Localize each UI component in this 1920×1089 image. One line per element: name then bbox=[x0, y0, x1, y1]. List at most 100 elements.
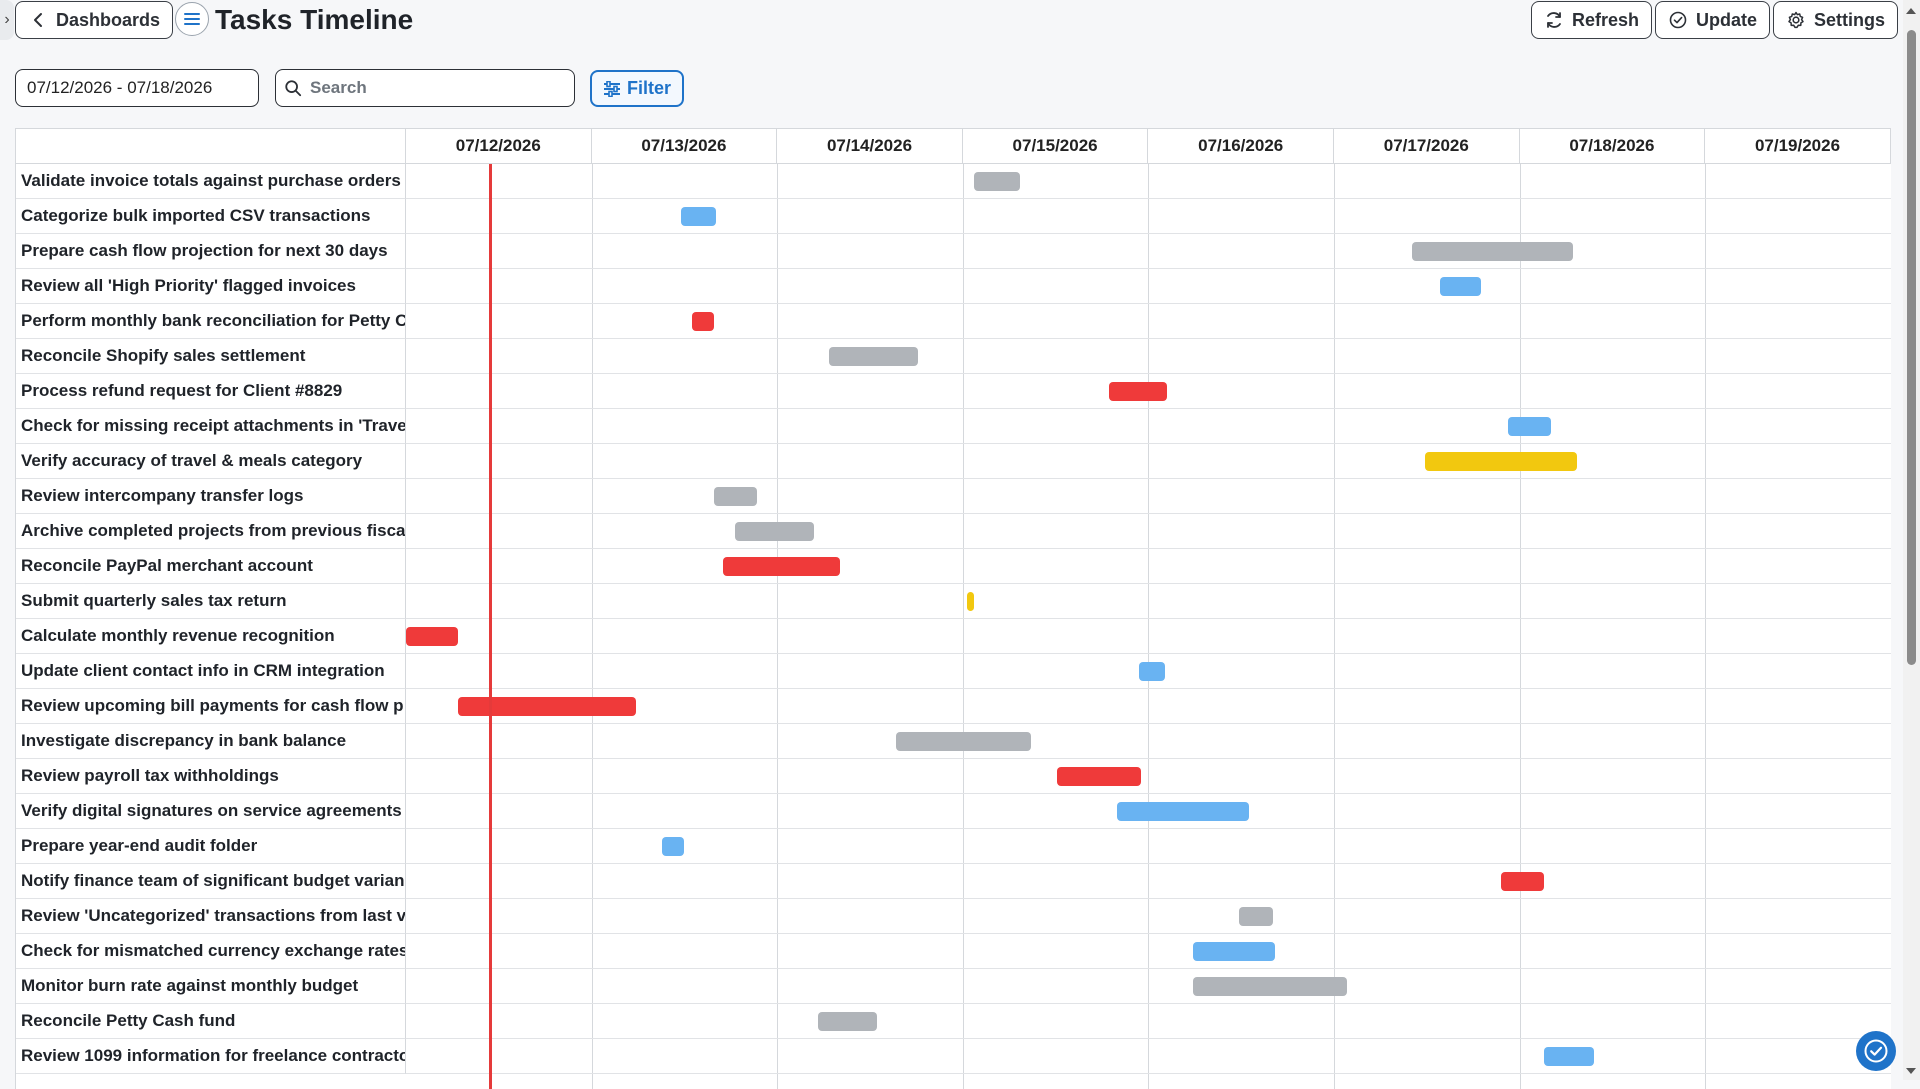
task-bar[interactable] bbox=[966, 592, 974, 611]
task-row-label[interactable]: Review payroll tax withholdings bbox=[16, 759, 406, 794]
scrollbar-thumb[interactable] bbox=[1907, 30, 1916, 665]
task-row-label[interactable]: Review intercompany transfer logs bbox=[16, 479, 406, 514]
task-bar[interactable] bbox=[973, 172, 1021, 191]
task-bar[interactable] bbox=[1543, 1047, 1594, 1066]
task-bar[interactable] bbox=[1501, 872, 1544, 891]
task-row-label[interactable]: Archive completed projects from previous… bbox=[16, 514, 406, 549]
task-row-label[interactable]: Update client contact info in CRM integr… bbox=[16, 654, 406, 689]
search-box[interactable] bbox=[275, 69, 575, 107]
task-row-label[interactable]: Notify finance team of significant budge… bbox=[16, 864, 406, 899]
task-bar[interactable] bbox=[1411, 242, 1574, 261]
task-bar[interactable] bbox=[723, 557, 841, 576]
back-to-dashboards-button[interactable]: Dashboards bbox=[15, 1, 174, 39]
check-circle-icon bbox=[1864, 1039, 1888, 1063]
sliders-icon bbox=[604, 80, 620, 97]
filter-button[interactable]: Filter bbox=[590, 70, 685, 107]
date-range-value: 07/12/2026 - 07/18/2026 bbox=[27, 78, 213, 97]
search-icon bbox=[285, 80, 302, 97]
refresh-button-label: Refresh bbox=[1572, 9, 1640, 30]
task-bar[interactable] bbox=[714, 487, 757, 506]
task-bar[interactable] bbox=[818, 1012, 878, 1031]
task-row-label[interactable]: Prepare year-end audit folder bbox=[16, 829, 406, 864]
scroll-up-icon[interactable] bbox=[1906, 8, 1916, 14]
task-bar[interactable] bbox=[1057, 767, 1141, 786]
task-row-label[interactable]: Categorize bulk imported CSV transaction… bbox=[16, 199, 406, 234]
settings-button-label: Settings bbox=[1814, 9, 1886, 30]
check-circle-icon bbox=[1669, 11, 1687, 29]
task-row-label[interactable]: Check for missing receipt attachments in… bbox=[16, 409, 406, 444]
task-row bbox=[406, 339, 1891, 374]
update-button-label: Update bbox=[1696, 9, 1758, 30]
task-row-label[interactable]: Calculate monthly revenue recognition bbox=[16, 619, 406, 654]
timeline-corner bbox=[16, 129, 406, 164]
task-bar[interactable] bbox=[734, 522, 815, 541]
task-row bbox=[406, 1039, 1891, 1074]
vertical-scrollbar[interactable] bbox=[1903, 0, 1920, 1080]
task-bar[interactable] bbox=[662, 837, 685, 856]
update-button[interactable]: Update bbox=[1655, 1, 1771, 39]
task-row-label[interactable]: Monitor burn rate against monthly budget bbox=[16, 969, 406, 1004]
date-range-picker[interactable]: 07/12/2026 - 07/18/2026 bbox=[15, 69, 259, 107]
task-row bbox=[406, 479, 1891, 514]
task-row-label[interactable]: Review 1099 information for freelance co… bbox=[16, 1039, 406, 1074]
task-row-label[interactable]: Verify accuracy of travel & meals catego… bbox=[16, 444, 406, 479]
settings-button[interactable]: Settings bbox=[1773, 1, 1899, 39]
task-bar[interactable] bbox=[1139, 662, 1166, 681]
task-bar[interactable] bbox=[1192, 977, 1347, 996]
task-bar[interactable] bbox=[1424, 452, 1578, 471]
task-row bbox=[406, 514, 1891, 549]
date-column-header: 07/16/2026 bbox=[1148, 129, 1334, 164]
date-column-header: 07/17/2026 bbox=[1334, 129, 1520, 164]
task-row-label[interactable]: Process refund request for Client #8829 bbox=[16, 374, 406, 409]
task-row-label[interactable]: Validate invoice totals against purchase… bbox=[16, 164, 406, 199]
task-row bbox=[406, 829, 1891, 864]
task-bar[interactable] bbox=[1508, 417, 1552, 436]
check-action-button[interactable] bbox=[1856, 1031, 1896, 1071]
task-row-label[interactable]: Submit quarterly sales tax return bbox=[16, 584, 406, 619]
task-row bbox=[406, 304, 1891, 339]
task-row-label[interactable]: Review all 'High Priority' flagged invoi… bbox=[16, 269, 406, 304]
task-bar[interactable] bbox=[1239, 907, 1273, 926]
sidebar-expand-toggle[interactable]: › bbox=[0, 0, 14, 40]
task-row-label[interactable]: Prepare cash flow projection for next 30… bbox=[16, 234, 406, 269]
task-row-label[interactable]: Reconcile PayPal merchant account bbox=[16, 549, 406, 584]
task-bar[interactable] bbox=[1116, 802, 1249, 821]
task-row bbox=[406, 934, 1891, 969]
task-row-label[interactable]: Reconcile Shopify sales settlement bbox=[16, 339, 406, 374]
task-bar[interactable] bbox=[1109, 382, 1167, 401]
task-row bbox=[406, 269, 1891, 304]
task-row bbox=[406, 164, 1891, 199]
date-column-header: 07/18/2026 bbox=[1519, 129, 1706, 164]
task-row bbox=[406, 549, 1891, 584]
task-bar[interactable] bbox=[829, 347, 919, 366]
task-bar[interactable] bbox=[691, 312, 715, 331]
task-bar[interactable] bbox=[680, 207, 716, 226]
scroll-down-icon[interactable] bbox=[1906, 1068, 1916, 1074]
refresh-button[interactable]: Refresh bbox=[1531, 1, 1653, 39]
task-row-label[interactable]: Review upcoming bill payments for cash f… bbox=[16, 689, 406, 724]
task-bar[interactable] bbox=[1439, 277, 1481, 296]
timeline-grid: 07/12/2026 07/13/2026 07/14/2026 07/15/2026… bbox=[15, 128, 1891, 1089]
chevron-left-icon bbox=[34, 13, 42, 27]
menu-icon[interactable] bbox=[175, 2, 209, 36]
search-input[interactable] bbox=[308, 77, 562, 99]
today-marker-line bbox=[489, 164, 492, 1089]
task-row bbox=[406, 444, 1891, 479]
task-row bbox=[406, 234, 1891, 269]
task-bar[interactable] bbox=[895, 732, 1032, 751]
task-bar[interactable] bbox=[457, 697, 637, 716]
task-row-label[interactable]: Verify digital signatures on service agr… bbox=[16, 794, 406, 829]
task-bar[interactable] bbox=[1192, 942, 1275, 961]
task-row-label[interactable]: Investigate discrepancy in bank balance bbox=[16, 724, 406, 759]
date-column-header: 07/19/2026 bbox=[1705, 129, 1891, 164]
task-row bbox=[406, 584, 1891, 619]
task-row bbox=[406, 759, 1891, 794]
task-row-label[interactable]: Check for mismatched currency exchange r… bbox=[16, 934, 406, 969]
task-row bbox=[406, 864, 1891, 899]
task-row-label[interactable]: Reconcile Petty Cash fund bbox=[16, 1004, 406, 1039]
task-row-label[interactable]: Perform monthly bank reconciliation for … bbox=[16, 304, 406, 339]
date-column-header: 07/12/2026 bbox=[406, 129, 592, 164]
task-row-label[interactable]: Review 'Uncategorized' transactions from… bbox=[16, 899, 406, 934]
task-bar[interactable] bbox=[406, 627, 458, 646]
task-row bbox=[406, 199, 1891, 234]
